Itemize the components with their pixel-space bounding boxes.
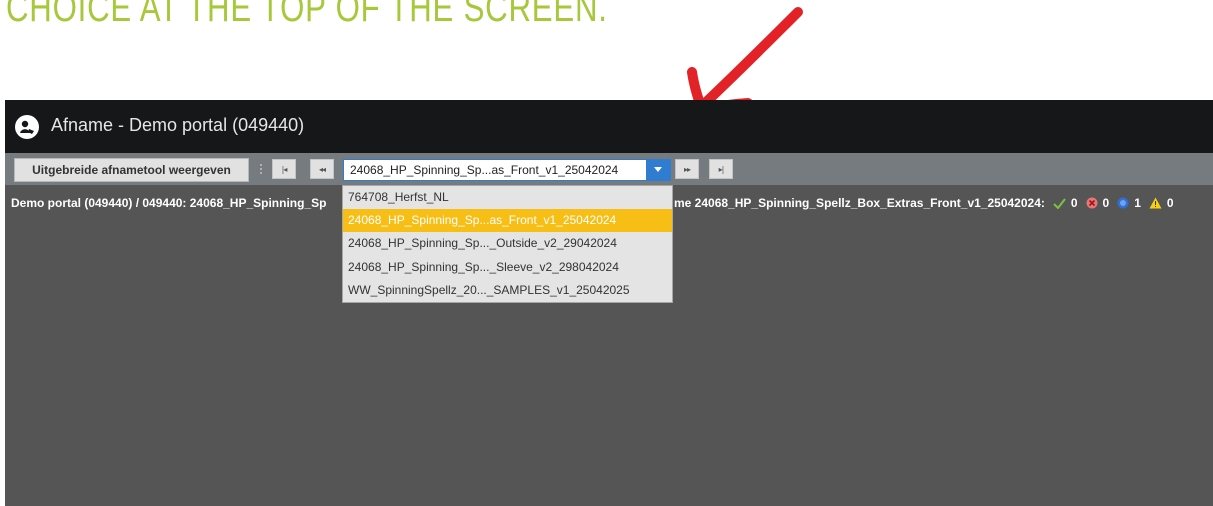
reject-icon: [1086, 197, 1098, 209]
warning-count: 0: [1149, 196, 1174, 210]
document-name-label: me 24068_HP_Spinning_Spellz_Box_Extras_F…: [674, 196, 1045, 210]
approved-count-value: 0: [1070, 196, 1078, 210]
checkmark-icon: [1053, 197, 1066, 209]
dropdown-option[interactable]: 24068_HP_Spinning_Sp..._Outside_v2_29042…: [343, 232, 672, 255]
dropdown-option[interactable]: 24068_HP_Spinning_Sp..._Sleeve_v2_298042…: [343, 256, 672, 279]
breadcrumb-path: Demo portal (049440) / 049440: 24068_HP_…: [11, 196, 327, 210]
info-count-value: 1: [1134, 196, 1141, 210]
chevron-down-icon[interactable]: [646, 160, 670, 180]
instruction-caption: CHOICE AT THE TOP OF THE SCREEN.: [6, 0, 608, 30]
document-dropdown-list: 764708_Herfst_NL 24068_HP_Spinning_Sp...a…: [342, 185, 673, 303]
info-count: 1: [1117, 196, 1141, 210]
info-circle-icon: [1117, 197, 1129, 209]
toolbar-separator: [259, 162, 263, 176]
document-select-value: 24068_HP_Spinning_Sp...as_Front_v1_25042…: [350, 163, 619, 177]
warning-icon: [1149, 197, 1162, 209]
previous-document-button[interactable]: ◂◂: [310, 159, 334, 179]
app-window: Afname - Demo portal (049440) Uitgebreid…: [5, 100, 1213, 506]
rejected-count-value: 0: [1102, 196, 1110, 210]
next-document-button[interactable]: ▸▸: [675, 159, 699, 179]
window-title: Afname - Demo portal (049440): [51, 115, 305, 135]
document-select[interactable]: 24068_HP_Spinning_Sp...as_Front_v1_25042…: [343, 159, 671, 181]
first-document-button[interactable]: |◂: [272, 159, 296, 179]
dropdown-option[interactable]: WW_SpinningSpellz_20..._SAMPLES_v1_25042…: [343, 279, 672, 302]
document-status-summary: me 24068_HP_Spinning_Spellz_Box_Extras_F…: [674, 196, 1174, 210]
approved-count: 0: [1053, 196, 1078, 210]
expand-review-tool-button[interactable]: Uitgebreide afnametool weergeven: [14, 158, 249, 182]
user-hand-icon: [15, 115, 39, 139]
title-bar: Afname - Demo portal (049440): [5, 100, 1213, 153]
toolbar: Uitgebreide afnametool weergeven |◂ ◂◂ 2…: [5, 153, 1213, 185]
dropdown-option[interactable]: 764708_Herfst_NL: [343, 186, 672, 209]
rejected-count: 0: [1086, 196, 1110, 210]
dropdown-option[interactable]: 24068_HP_Spinning_Sp...as_Front_v1_25042…: [343, 209, 672, 233]
last-document-button[interactable]: ▸|: [709, 159, 733, 179]
warning-count-value: 0: [1166, 196, 1174, 210]
